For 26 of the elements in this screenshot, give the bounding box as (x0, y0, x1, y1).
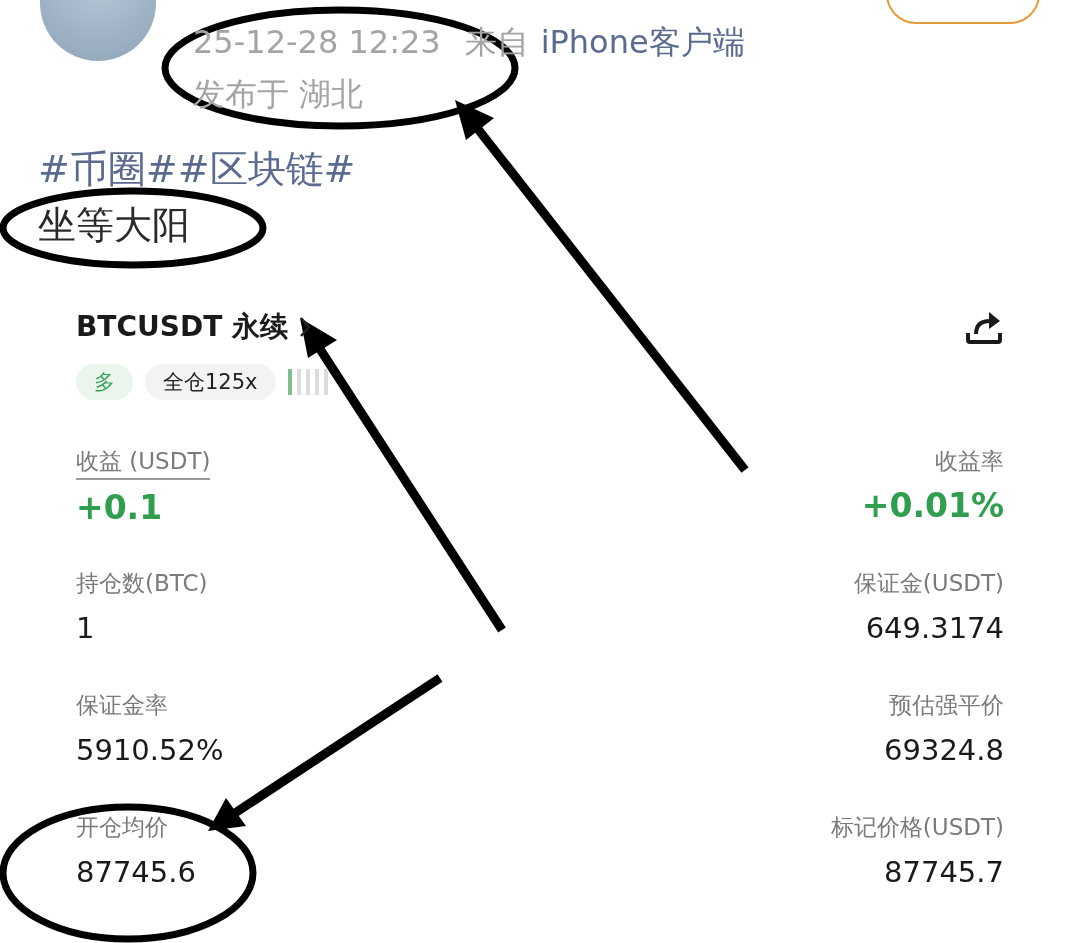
side-tag: 多 (76, 364, 133, 400)
chevron-icon[interactable] (298, 315, 312, 339)
stat-value: 69324.8 (884, 732, 1004, 769)
stat-value: 5910.52% (76, 732, 224, 769)
stat-label: 保证金率 (76, 691, 168, 720)
stat-value: 1 (76, 610, 95, 647)
post-text: 坐等大阳 (38, 202, 190, 249)
stat-label: 预估强平价 (889, 691, 1004, 720)
stat-value: +0.1 (76, 488, 163, 528)
stat-value: 87745.6 (76, 854, 196, 891)
topic-link[interactable]: #币圈# (38, 142, 178, 196)
stat-label: 标记价格(USDT) (830, 813, 1004, 842)
topic-link[interactable]: #区块链# (177, 142, 356, 196)
symbol-title[interactable]: BTCUSDT 永续 (76, 308, 288, 346)
margin-mode-tag: 全仓125x (145, 364, 276, 400)
post-time: 25-12-28 12:23 (193, 22, 441, 63)
stat-label: 收益率 (935, 447, 1004, 476)
stat-value: +0.01% (861, 486, 1004, 526)
stat-label: 持仓数(BTC) (76, 569, 208, 598)
stat-value: 649.3174 (865, 610, 1004, 647)
stat-label: 收益 (USDT) (76, 444, 211, 480)
stat-label: 保证金(USDT) (853, 569, 1004, 598)
stat-value: 87745.7 (884, 854, 1004, 891)
stat-label: 开仓均价 (76, 813, 168, 842)
post-location: 发布于 湖北 (193, 74, 364, 115)
source-link[interactable]: iPhone客户端 (540, 16, 745, 68)
